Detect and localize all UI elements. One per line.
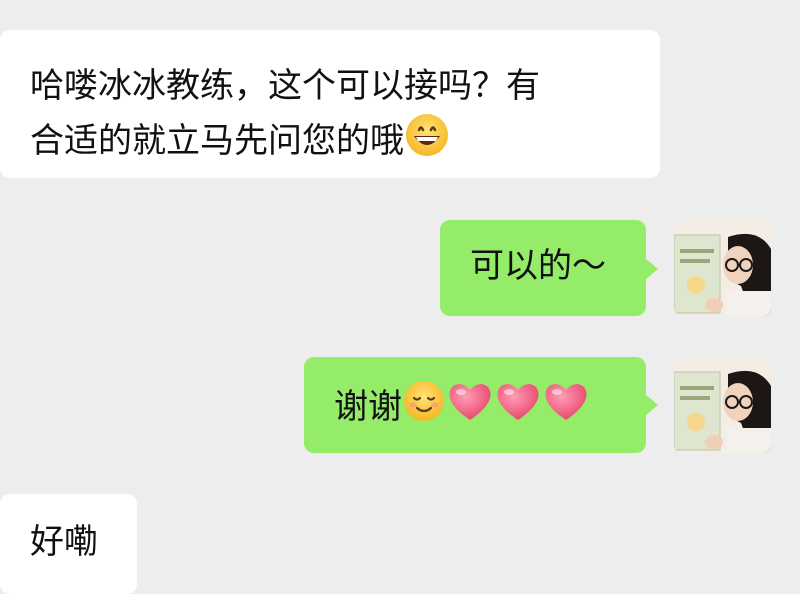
message-text-line-2: 合适的就立马先问您的哦 (30, 112, 660, 173)
message-text: 可以的～ (470, 246, 606, 286)
heart-icon (446, 379, 494, 438)
bubble-tail (645, 258, 658, 280)
avatar-photo-icon (674, 219, 771, 316)
heart-icon (494, 379, 542, 438)
sent-message-bubble[interactable]: 可以的～ (440, 220, 646, 316)
avatar[interactable] (674, 219, 771, 316)
bubble-tail (645, 394, 658, 416)
received-message-bubble[interactable]: 好嘞 (0, 494, 137, 594)
message-text: 好嘞 (30, 522, 98, 562)
message-text-line: 哈喽冰冰教练，这个可以接吗？有 (30, 66, 540, 106)
message-text: 合适的就立马先问您的哦 (30, 121, 404, 161)
heart-icon (542, 379, 590, 438)
avatar[interactable] (674, 356, 771, 453)
avatar-photo-icon (674, 356, 771, 453)
message-text: 谢谢 (334, 387, 402, 427)
grinning-face-icon (404, 112, 450, 173)
smiling-face-icon (402, 379, 446, 438)
received-message-bubble[interactable]: 哈喽冰冰教练，这个可以接吗？有 合适的就立马先问您的哦 (0, 30, 660, 178)
sent-message-bubble[interactable]: 谢谢 (304, 357, 646, 453)
